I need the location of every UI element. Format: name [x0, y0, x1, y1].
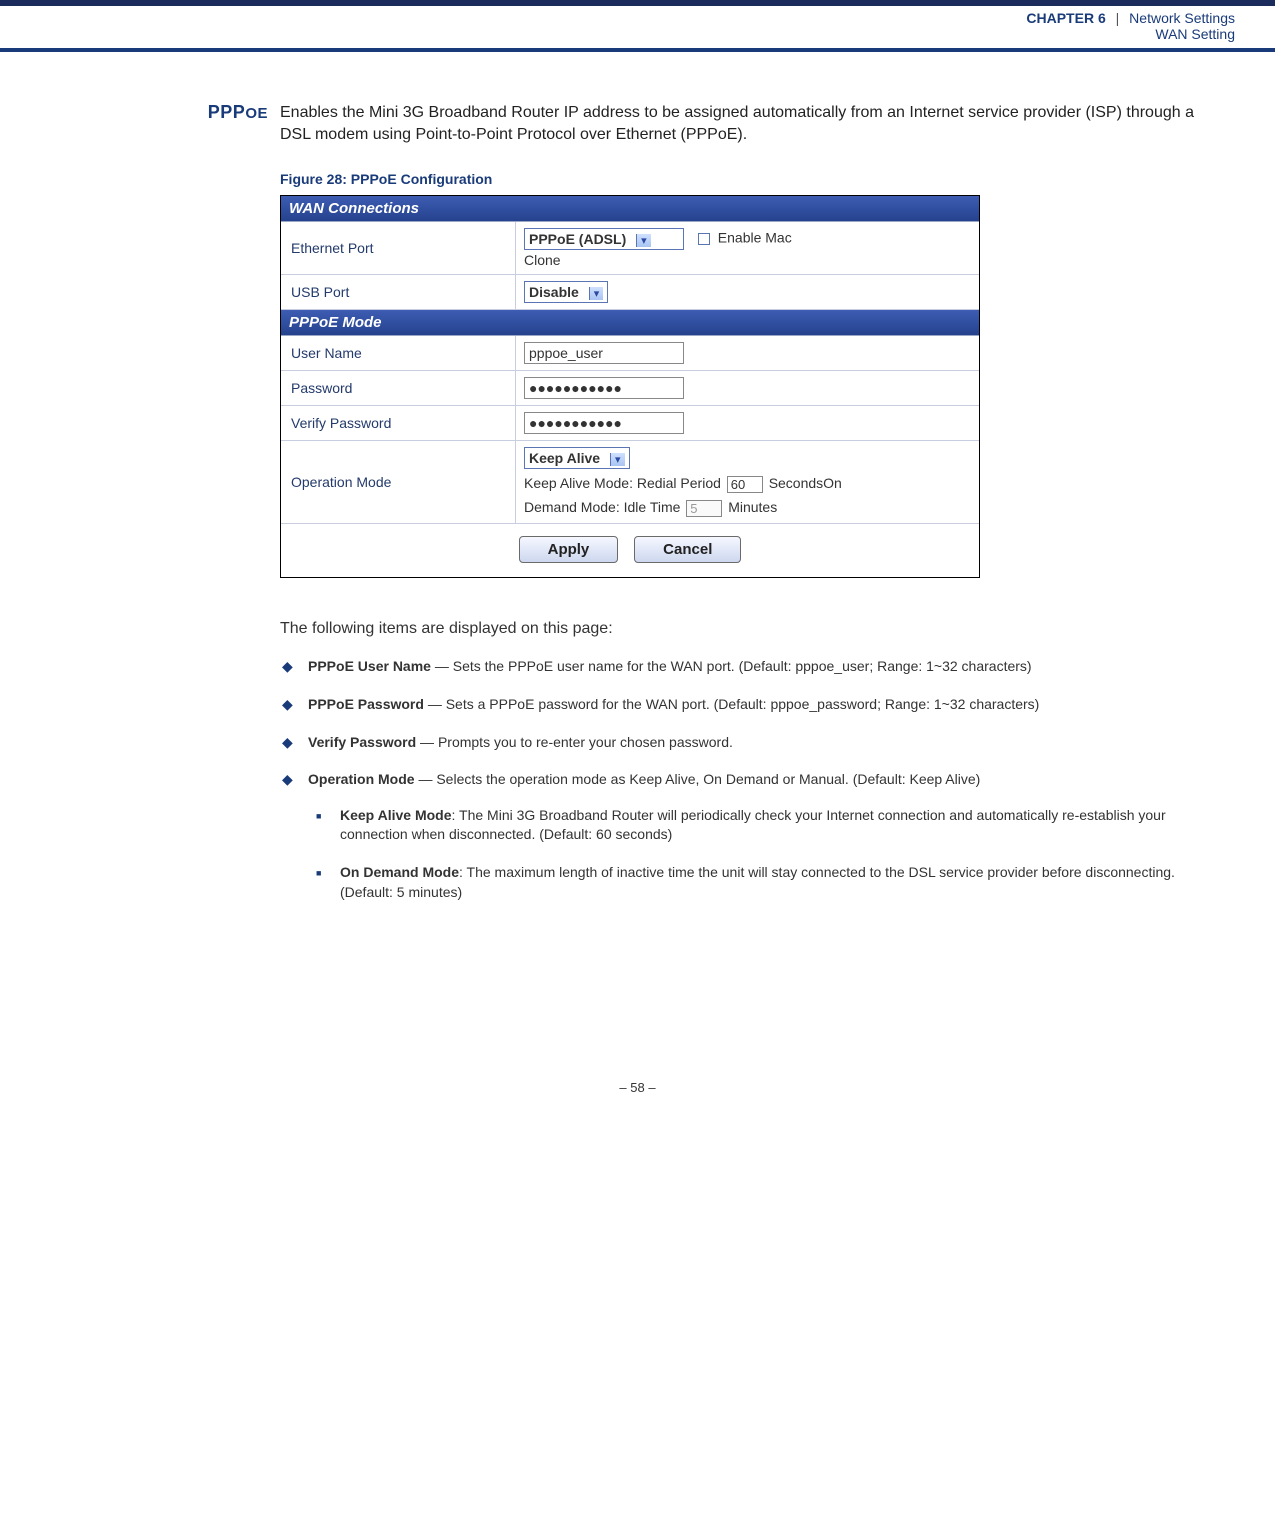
usb-port-select[interactable]: Disable ▾ [524, 281, 608, 303]
chapter-title: Network Settings [1129, 10, 1235, 26]
idle-time-input[interactable]: 5 [686, 500, 722, 517]
list-item: On Demand Mode: The maximum length of in… [340, 863, 1195, 902]
usb-port-row: USB Port Disable ▾ [281, 275, 979, 310]
chevron-down-icon: ▾ [589, 287, 604, 300]
demand-prefix: Demand Mode: Idle Time [524, 499, 680, 515]
verify-password-row: Verify Password ●●●●●●●●●●● [281, 406, 979, 441]
enable-mac-checkbox[interactable] [698, 233, 710, 245]
config-screenshot: WAN Connections Ethernet Port PPPoE (ADS… [280, 195, 980, 578]
list-item-text: — Sets the PPPoE user name for the WAN p… [431, 658, 1032, 674]
keep-alive-prefix: Keep Alive Mode: Redial Period [524, 475, 721, 491]
list-item-term: Keep Alive Mode [340, 807, 452, 823]
enable-mac-label: Enable Mac [718, 230, 792, 246]
sub-list: Keep Alive Mode: The Mini 3G Broadband R… [308, 806, 1195, 902]
list-item-text: : The Mini 3G Broadband Router will peri… [340, 807, 1166, 843]
list-item: Operation Mode — Selects the operation m… [308, 770, 1195, 902]
list-item: PPPoE User Name — Sets the PPPoE user na… [308, 657, 1195, 677]
description-list: PPPoE User Name — Sets the PPPoE user na… [280, 657, 1195, 902]
ethernet-port-row: Ethernet Port PPPoE (ADSL) ▾ Enable Mac … [281, 222, 979, 275]
verify-password-label: Verify Password [281, 406, 516, 440]
usb-port-select-value: Disable [529, 284, 579, 300]
ethernet-port-label: Ethernet Port [281, 222, 516, 274]
operation-mode-row: Operation Mode Keep Alive ▾ Keep Alive M… [281, 441, 979, 524]
list-item-text: — Prompts you to re-enter your chosen pa… [416, 734, 733, 750]
cancel-button[interactable]: Cancel [634, 536, 741, 563]
separator: | [1112, 10, 1123, 26]
password-label: Password [281, 371, 516, 405]
redial-period-input[interactable]: 60 [727, 476, 763, 493]
apply-button[interactable]: Apply [519, 536, 619, 563]
password-row: Password ●●●●●●●●●●● [281, 371, 979, 406]
usb-port-label: USB Port [281, 275, 516, 309]
chevron-down-icon: ▾ [610, 453, 625, 466]
user-name-label: User Name [281, 336, 516, 370]
clone-label: Clone [524, 252, 971, 268]
chapter-subtitle: WAN Setting [40, 26, 1235, 42]
list-item-text: : The maximum length of inactive time th… [340, 864, 1175, 900]
list-item: Verify Password — Prompts you to re-ente… [308, 733, 1195, 753]
password-input[interactable]: ●●●●●●●●●●● [524, 377, 684, 399]
list-item-text: — Selects the operation mode as Keep Ali… [415, 771, 981, 787]
section-title-suffix: OE [245, 105, 268, 122]
section-title-main: PPP [208, 102, 246, 122]
list-item: PPPoE Password — Sets a PPPoE password f… [308, 695, 1195, 715]
verify-password-input[interactable]: ●●●●●●●●●●● [524, 412, 684, 434]
demand-suffix: Minutes [728, 499, 777, 515]
button-row: Apply Cancel [281, 524, 979, 577]
chapter-label: CHAPTER 6 [1026, 10, 1105, 26]
page-header: CHAPTER 6 | Network Settings WAN Setting [0, 6, 1275, 44]
list-item-term: On Demand Mode [340, 864, 459, 880]
page-number: – 58 – [80, 1080, 1195, 1125]
ethernet-port-select[interactable]: PPPoE (ADSL) ▾ [524, 228, 684, 250]
list-item-term: Operation Mode [308, 771, 415, 787]
chevron-down-icon: ▾ [636, 234, 651, 247]
list-item-text: — Sets a PPPoE password for the WAN port… [424, 696, 1039, 712]
body-lead: The following items are displayed on thi… [280, 618, 1195, 640]
ethernet-port-select-value: PPPoE (ADSL) [529, 231, 626, 247]
user-name-input[interactable]: pppoe_user [524, 342, 684, 364]
section-intro: Enables the Mini 3G Broadband Router IP … [280, 102, 1195, 145]
pppoe-mode-header: PPPoE Mode [281, 310, 979, 336]
list-item-term: PPPoE User Name [308, 658, 431, 674]
operation-mode-select-value: Keep Alive [529, 450, 600, 466]
wan-connections-header: WAN Connections [281, 196, 979, 222]
list-item: Keep Alive Mode: The Mini 3G Broadband R… [340, 806, 1195, 845]
figure-caption: Figure 28: PPPoE Configuration [280, 171, 1195, 187]
section-title: PPPOE [80, 102, 280, 123]
list-item-term: Verify Password [308, 734, 416, 750]
operation-mode-label: Operation Mode [281, 441, 516, 523]
keep-alive-suffix: SecondsOn [769, 475, 842, 491]
list-item-term: PPPoE Password [308, 696, 424, 712]
user-name-row: User Name pppoe_user [281, 336, 979, 371]
operation-mode-select[interactable]: Keep Alive ▾ [524, 447, 630, 469]
